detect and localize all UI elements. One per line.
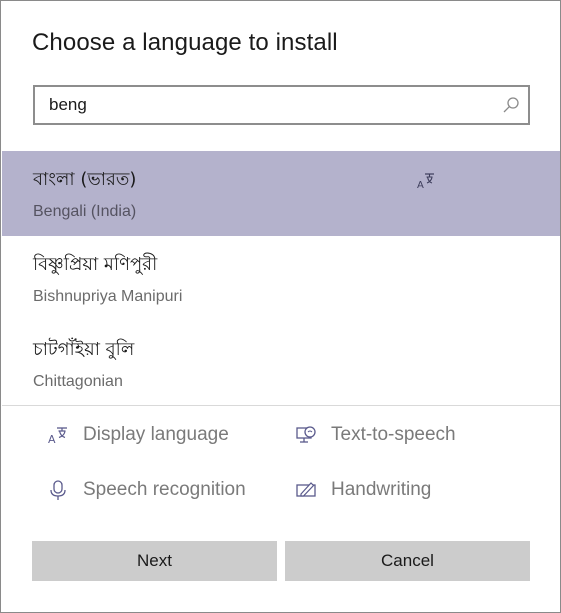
display-language-icon: A bbox=[48, 427, 67, 446]
svg-text:A: A bbox=[48, 433, 56, 446]
divider bbox=[2, 405, 560, 406]
svg-text:A: A bbox=[417, 180, 424, 191]
language-native-name: বিষ্ণুপ্রিয়া মণিপুরী bbox=[33, 254, 158, 275]
handwriting-icon bbox=[296, 482, 316, 497]
feature-label: Speech recognition bbox=[83, 479, 246, 500]
language-item-bengali-india[interactable]: বাংলা (ভারত) Bengali (India) A bbox=[2, 151, 560, 236]
language-english-name: Chittagonian bbox=[33, 373, 123, 390]
language-list: বাংলা (ভারত) Bengali (India) A বিষ্ণুপ্র… bbox=[2, 151, 560, 406]
search-icon[interactable] bbox=[502, 96, 520, 114]
choose-language-dialog: Choose a language to install বাংলা (ভারত… bbox=[0, 0, 561, 613]
text-to-speech-icon bbox=[296, 426, 316, 443]
feature-speech-recognition: Speech recognition bbox=[47, 475, 246, 505]
feature-handwriting: Handwriting bbox=[295, 475, 431, 505]
microphone-icon bbox=[50, 480, 66, 500]
feature-display-language: A Display language bbox=[47, 420, 229, 450]
language-item-bishnupriya-manipuri[interactable]: বিষ্ণুপ্রিয়া মণিপুরী Bishnupriya Manipu… bbox=[2, 236, 560, 321]
next-button[interactable]: Next bbox=[32, 541, 277, 581]
dialog-title: Choose a language to install bbox=[32, 29, 338, 56]
cancel-button[interactable]: Cancel bbox=[285, 541, 530, 581]
language-english-name: Bengali (India) bbox=[33, 203, 137, 220]
language-english-name: Bishnupriya Manipuri bbox=[33, 288, 183, 305]
language-native-name: বাংলা (ভারত) bbox=[33, 169, 137, 190]
search-box[interactable] bbox=[33, 85, 530, 125]
language-item-chittagonian[interactable]: চাটগাঁইয়া বুলি Chittagonian bbox=[2, 321, 560, 406]
language-native-name: চাটগাঁইয়া বুলি bbox=[33, 339, 135, 360]
feature-label: Handwriting bbox=[331, 479, 432, 500]
search-input[interactable] bbox=[49, 95, 489, 115]
feature-label: Display language bbox=[83, 424, 229, 445]
feature-text-to-speech: Text-to-speech bbox=[295, 420, 456, 450]
feature-label: Text-to-speech bbox=[331, 424, 456, 445]
display-language-icon: A bbox=[417, 173, 434, 191]
